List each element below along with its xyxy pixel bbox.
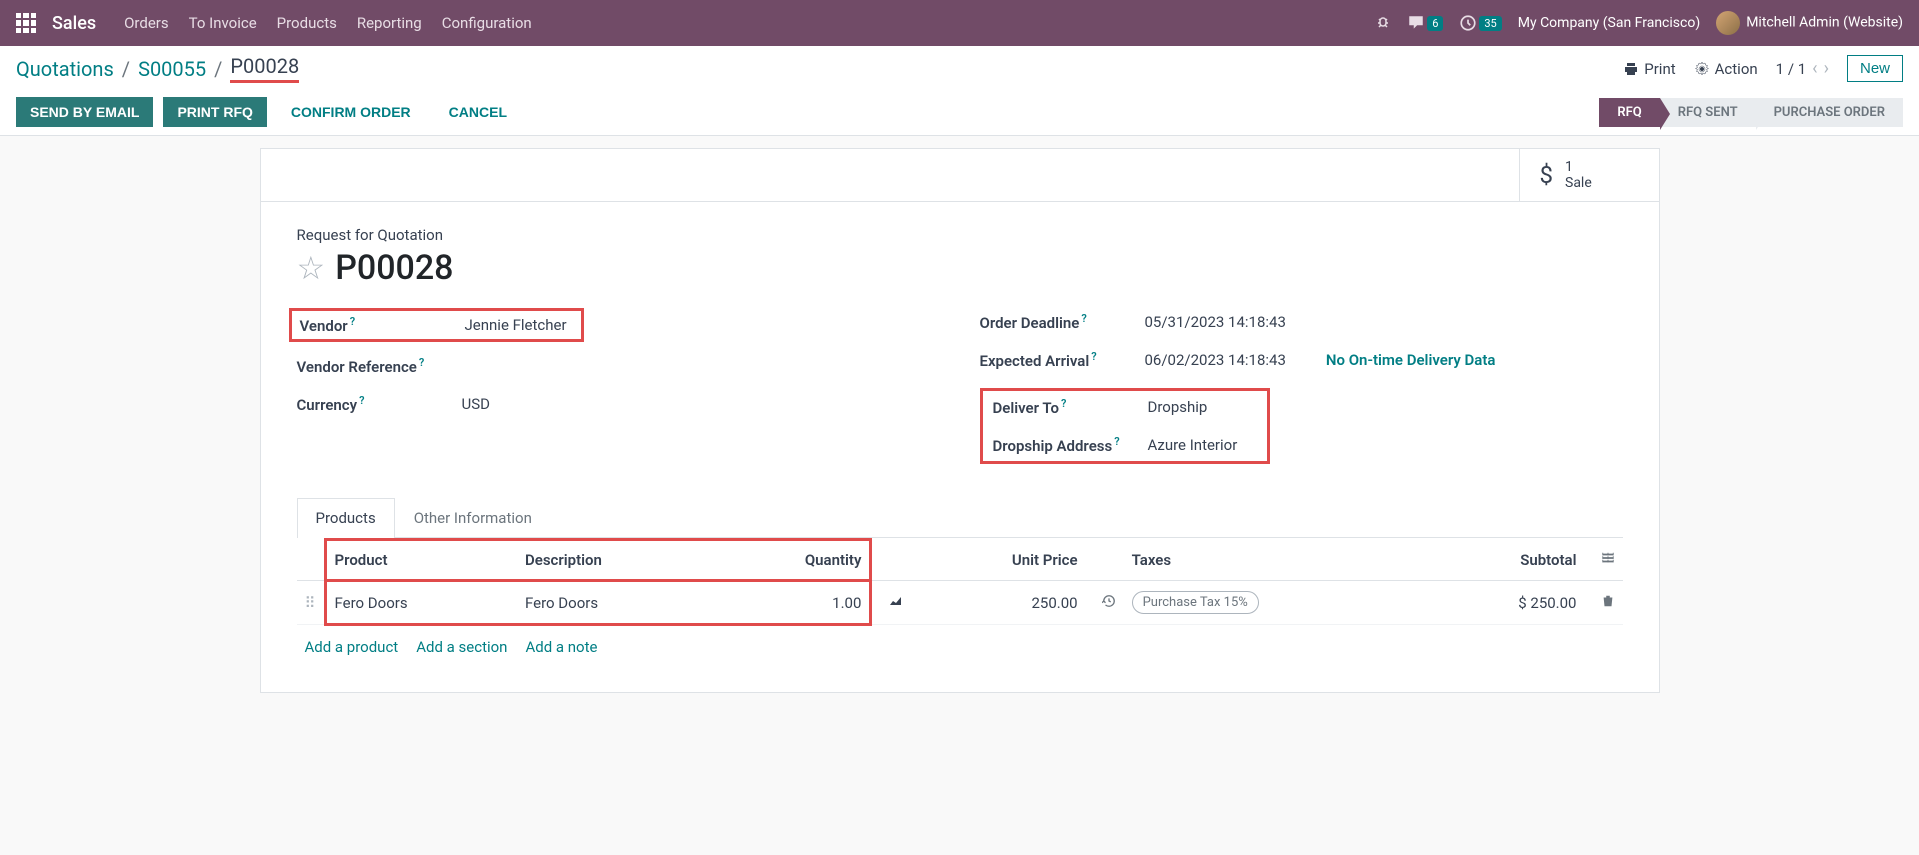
- stat-sale-button[interactable]: $ 1 Sale: [1519, 149, 1659, 201]
- cell-quantity[interactable]: 1.00: [714, 581, 871, 625]
- breadcrumb-order[interactable]: S00055: [138, 57, 206, 81]
- currency-value[interactable]: USD: [462, 395, 490, 413]
- confirm-order-button[interactable]: CONFIRM ORDER: [277, 97, 425, 127]
- order-lines-table: Product Description Quantity Unit Price …: [297, 538, 1623, 626]
- history-icon[interactable]: [1102, 594, 1116, 612]
- star-icon[interactable]: ☆: [297, 249, 326, 287]
- add-section-link[interactable]: Add a section: [416, 638, 507, 656]
- print-rfq-button[interactable]: PRINT RFQ: [163, 97, 266, 127]
- add-product-link[interactable]: Add a product: [305, 638, 399, 656]
- nav-configuration[interactable]: Configuration: [442, 14, 532, 32]
- tax-pill[interactable]: Purchase Tax 15%: [1132, 591, 1259, 614]
- breadcrumb-current: P00028: [230, 54, 299, 83]
- debug-icon[interactable]: [1375, 15, 1391, 31]
- tab-products[interactable]: Products: [297, 498, 395, 538]
- help-icon[interactable]: ?: [350, 315, 355, 328]
- arrival-value[interactable]: 06/02/2023 14:18:43: [1145, 351, 1286, 369]
- cancel-button[interactable]: CANCEL: [435, 97, 521, 127]
- status-rfq[interactable]: RFQ: [1599, 98, 1659, 127]
- subtitle: Request for Quotation: [297, 226, 1623, 244]
- control-panel: Quotations / S00055 / P00028 Print Actio…: [0, 46, 1919, 136]
- status-po[interactable]: PURCHASE ORDER: [1756, 98, 1903, 127]
- status-flow: RFQ RFQ SENT PURCHASE ORDER: [1599, 98, 1903, 127]
- help-icon[interactable]: ?: [419, 356, 424, 369]
- nav-to-invoice[interactable]: To Invoice: [189, 14, 257, 32]
- pager-prev[interactable]: ‹: [1812, 58, 1817, 79]
- deliver-to-value[interactable]: Dropship: [1148, 398, 1208, 416]
- help-icon[interactable]: ?: [1091, 350, 1096, 363]
- col-quantity: Quantity: [714, 540, 871, 581]
- breadcrumb-quotations[interactable]: Quotations: [16, 57, 114, 81]
- col-description: Description: [517, 540, 714, 581]
- deliver-to-label: Deliver To?: [993, 397, 1148, 417]
- form-sheet: $ 1 Sale Request for Quotation ☆ P00028 …: [260, 148, 1660, 693]
- col-subtotal: Subtotal: [1427, 540, 1584, 581]
- add-note-link[interactable]: Add a note: [525, 638, 597, 656]
- delete-icon[interactable]: [1601, 594, 1615, 612]
- tab-other-info[interactable]: Other Information: [395, 498, 551, 537]
- nav-menu: Orders To Invoice Products Reporting Con…: [124, 14, 532, 32]
- cell-subtotal: $ 250.00: [1427, 581, 1584, 625]
- apps-icon[interactable]: [16, 13, 36, 33]
- drag-handle-icon[interactable]: ⠿: [305, 594, 316, 612]
- action-button[interactable]: Action: [1694, 60, 1758, 78]
- dropship-value[interactable]: Azure Interior: [1148, 436, 1238, 454]
- record-title: P00028: [335, 248, 453, 288]
- pager: 1 / 1 ‹ ›: [1776, 58, 1829, 79]
- nav-reporting[interactable]: Reporting: [357, 14, 422, 32]
- arrival-label: Expected Arrival?: [980, 350, 1145, 370]
- vendor-label: Vendor?: [300, 315, 465, 335]
- status-rfq-sent[interactable]: RFQ SENT: [1660, 98, 1756, 127]
- help-icon[interactable]: ?: [1061, 397, 1066, 410]
- nav-products[interactable]: Products: [277, 14, 337, 32]
- activities-icon[interactable]: 35: [1459, 14, 1501, 32]
- nav-orders[interactable]: Orders: [124, 14, 169, 32]
- dollar-icon: $: [1540, 161, 1554, 189]
- send-email-button[interactable]: SEND BY EMAIL: [16, 97, 153, 127]
- forecast-icon[interactable]: [888, 595, 904, 613]
- messages-badge: 6: [1427, 16, 1443, 31]
- new-button[interactable]: New: [1847, 55, 1903, 82]
- messages-icon[interactable]: 6: [1407, 14, 1443, 32]
- help-icon[interactable]: ?: [1081, 312, 1086, 325]
- dropship-label: Dropship Address?: [993, 435, 1148, 455]
- activities-badge: 35: [1479, 16, 1501, 31]
- app-title[interactable]: Sales: [52, 13, 96, 34]
- avatar: [1716, 11, 1740, 35]
- delivery-data: No On-time Delivery Data: [1326, 351, 1496, 369]
- deadline-value[interactable]: 05/31/2023 14:18:43: [1145, 313, 1286, 331]
- help-icon[interactable]: ?: [359, 394, 364, 407]
- print-button[interactable]: Print: [1623, 60, 1675, 78]
- vendor-value[interactable]: Jennie Fletcher: [465, 316, 567, 334]
- pager-next[interactable]: ›: [1824, 58, 1829, 79]
- tabs: Products Other Information: [297, 498, 1623, 538]
- columns-settings-icon[interactable]: [1601, 551, 1615, 569]
- table-row[interactable]: ⠿ Fero Doors Fero Doors 1.00 250.00 Purc…: [297, 581, 1623, 625]
- user-menu[interactable]: Mitchell Admin (Website): [1716, 11, 1903, 35]
- deadline-label: Order Deadline?: [980, 312, 1145, 332]
- top-navbar: Sales Orders To Invoice Products Reporti…: [0, 0, 1919, 46]
- company-selector[interactable]: My Company (San Francisco): [1518, 15, 1700, 31]
- help-icon[interactable]: ?: [1114, 435, 1119, 448]
- cell-description[interactable]: Fero Doors: [517, 581, 714, 625]
- cell-unit-price[interactable]: 250.00: [912, 581, 1085, 625]
- cell-product[interactable]: Fero Doors: [325, 581, 517, 625]
- vendor-ref-label: Vendor Reference?: [297, 356, 462, 376]
- col-unit-price: Unit Price: [912, 540, 1085, 581]
- currency-label: Currency?: [297, 394, 462, 414]
- col-product: Product: [325, 540, 517, 581]
- col-taxes: Taxes: [1124, 540, 1427, 581]
- breadcrumb: Quotations / S00055 / P00028: [16, 54, 299, 83]
